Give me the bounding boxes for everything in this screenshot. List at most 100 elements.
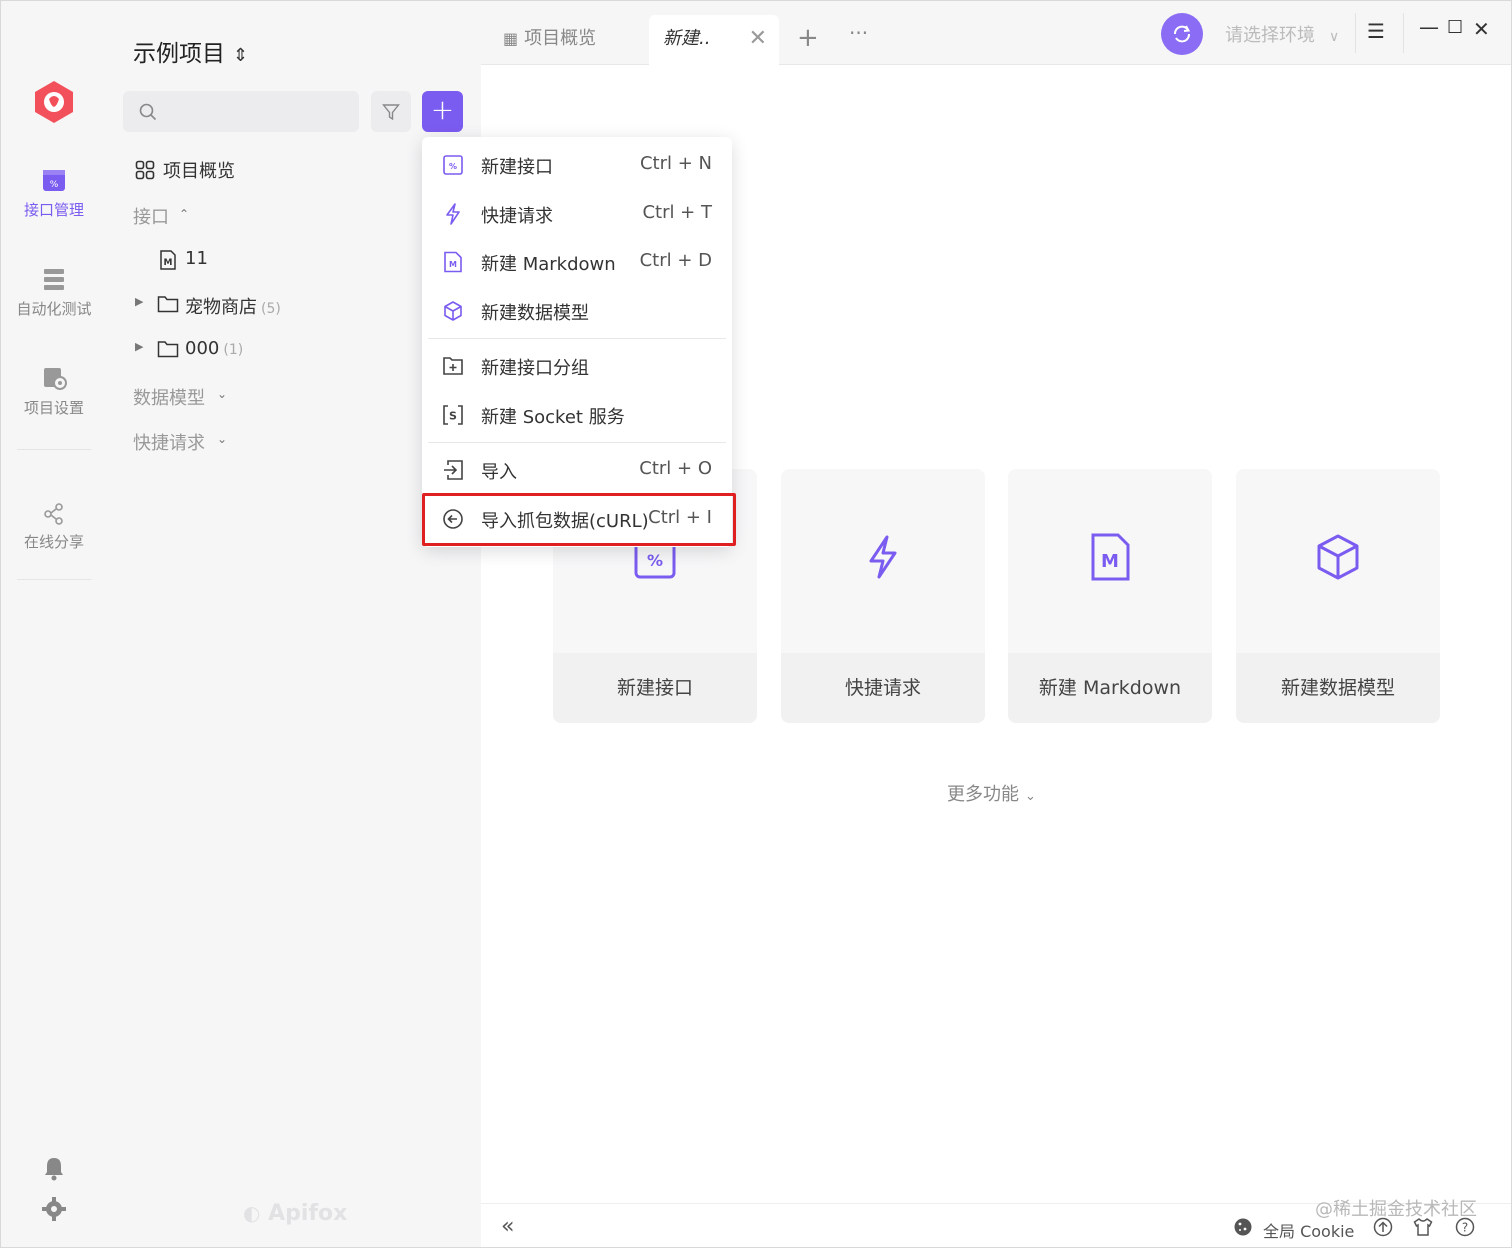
card-label: 新建 Markdown bbox=[1008, 653, 1212, 723]
close-icon[interactable]: ✕ bbox=[749, 15, 767, 63]
grid-icon bbox=[135, 160, 155, 180]
card-quick-request[interactable]: 快捷请求 bbox=[781, 469, 985, 723]
chevron-down-icon: ⌄ bbox=[217, 432, 228, 446]
card-label: 新建数据模型 bbox=[1236, 653, 1440, 723]
folder-name: 000 bbox=[185, 338, 220, 359]
global-cookie-button[interactable]: 全局 Cookie bbox=[1263, 1218, 1354, 1242]
svg-text:%: % bbox=[50, 180, 59, 190]
menu-item-new-data-model[interactable]: 新建数据模型 bbox=[422, 291, 732, 331]
chevron-down-icon: ∨ bbox=[1329, 29, 1340, 45]
sort-arrows-icon: ⇕ bbox=[233, 45, 249, 66]
rail-item-api-management[interactable]: % 接口管理 bbox=[1, 167, 107, 220]
new-item-dropdown: % 新建接口 Ctrl + N 快捷请求 Ctrl + T M 新建 Markd… bbox=[422, 137, 732, 547]
search-input[interactable] bbox=[123, 91, 359, 132]
section-label: 接口 bbox=[133, 207, 169, 228]
search-icon bbox=[139, 103, 157, 121]
caret-right-icon: ▶ bbox=[135, 295, 144, 308]
folder-name: 宠物商店 bbox=[185, 297, 257, 318]
menu-item-import[interactable]: 导入 Ctrl + O bbox=[422, 450, 732, 490]
cookie-icon bbox=[1234, 1218, 1252, 1236]
divider bbox=[1355, 13, 1356, 53]
svg-text:%: % bbox=[449, 162, 457, 171]
rail-item-share[interactable]: 在线分享 bbox=[1, 503, 107, 552]
markdown-icon: M bbox=[1091, 533, 1130, 581]
menu-item-label: 快捷请求 bbox=[481, 206, 553, 227]
rail-item-project-settings[interactable]: 项目设置 bbox=[1, 365, 107, 418]
env-sync-button[interactable] bbox=[1161, 13, 1203, 55]
card-new-markdown[interactable]: M 新建 Markdown bbox=[1008, 469, 1212, 723]
juejin-watermark: @稀土掘金技术社区 bbox=[1315, 1199, 1477, 1220]
lightning-icon bbox=[869, 535, 897, 579]
bell-icon[interactable] bbox=[41, 1155, 67, 1181]
more-tabs-icon[interactable]: ··· bbox=[849, 21, 868, 45]
card-label: 新建接口 bbox=[553, 653, 757, 723]
maximize-icon[interactable]: ☐ bbox=[1447, 17, 1463, 38]
svg-text:?: ? bbox=[1462, 1221, 1468, 1235]
close-window-icon[interactable]: ✕ bbox=[1473, 17, 1490, 41]
section-label: 快捷请求 bbox=[133, 433, 205, 454]
import-icon bbox=[444, 460, 463, 480]
menu-item-shortcut: Ctrl + T bbox=[642, 202, 712, 223]
card-new-data-model[interactable]: 新建数据模型 bbox=[1236, 469, 1440, 723]
rail-divider bbox=[17, 449, 91, 450]
automation-icon bbox=[44, 269, 64, 290]
menu-item-new-markdown[interactable]: M 新建 Markdown Ctrl + D bbox=[422, 242, 732, 282]
highlight-box bbox=[422, 493, 736, 546]
more-features-button[interactable]: 更多功能 ⌄ bbox=[947, 780, 1036, 806]
project-title: 示例项目 bbox=[133, 41, 225, 67]
filter-icon bbox=[382, 103, 400, 120]
nav-label: 项目概览 bbox=[163, 161, 235, 182]
menu-item-label: 新建 Socket 服务 bbox=[481, 407, 625, 428]
rail-item-label: 项目设置 bbox=[23, 399, 84, 417]
tab-project-overview[interactable]: ▦ 项目概览 bbox=[503, 15, 651, 65]
menu-icon[interactable]: ☰ bbox=[1367, 19, 1385, 43]
filter-button[interactable] bbox=[371, 91, 411, 132]
gear-icon[interactable] bbox=[41, 1196, 67, 1222]
menu-item-label: 新建接口 bbox=[481, 157, 553, 178]
folder-icon bbox=[157, 341, 179, 358]
menu-item-label: 新建接口分组 bbox=[481, 358, 589, 379]
menu-item-shortcut: Ctrl + N bbox=[639, 153, 712, 174]
grid-icon: ▦ bbox=[503, 29, 519, 48]
menu-divider bbox=[428, 338, 726, 339]
tab-label: 新建.. bbox=[663, 28, 711, 49]
left-rail: % 接口管理 自动化测试 项目设置 在线分享 bbox=[1, 1, 107, 1247]
env-placeholder: 请选择环境 bbox=[1225, 25, 1315, 46]
apifox-logo-icon bbox=[35, 81, 73, 123]
tab-new[interactable]: 新建.. ✕ bbox=[649, 15, 779, 65]
rail-item-label: 接口管理 bbox=[23, 201, 84, 219]
menu-divider bbox=[428, 442, 726, 443]
menu-item-new-socket[interactable]: S 新建 Socket 服务 bbox=[422, 395, 732, 435]
rail-item-label: 在线分享 bbox=[23, 533, 84, 551]
folder-add-icon bbox=[443, 357, 463, 375]
add-tab-icon[interactable]: + bbox=[797, 23, 819, 53]
watermark-text: Apifox bbox=[268, 1201, 348, 1226]
env-select[interactable]: 请选择环境 ∨ bbox=[1225, 21, 1339, 47]
menu-item-quick-request[interactable]: 快捷请求 Ctrl + T bbox=[422, 194, 732, 234]
more-label: 更多功能 bbox=[947, 784, 1019, 805]
menu-item-label: 导入 bbox=[481, 462, 517, 483]
svg-text:%: % bbox=[647, 551, 663, 570]
menu-item-new-api-group[interactable]: 新建接口分组 bbox=[422, 346, 732, 386]
caret-right-icon: ▶ bbox=[135, 340, 144, 353]
apifox-watermark-icon: ◐ bbox=[243, 1201, 261, 1225]
project-selector[interactable]: 示例项目 ⇕ bbox=[133, 34, 248, 68]
menu-item-new-api[interactable]: % 新建接口 Ctrl + N bbox=[422, 145, 732, 185]
chevron-up-icon: ⌃ bbox=[179, 207, 190, 221]
folder-count: (1) bbox=[223, 342, 244, 358]
share-icon bbox=[44, 503, 63, 525]
tab-label: 项目概览 bbox=[524, 28, 597, 49]
rail-item-automation[interactable]: 自动化测试 bbox=[1, 266, 107, 319]
svg-text:M: M bbox=[449, 260, 457, 269]
api-icon: % bbox=[43, 170, 65, 191]
collapse-sidebar-icon[interactable]: « bbox=[501, 1214, 514, 1239]
lightning-icon bbox=[446, 203, 460, 225]
menu-item-label: 新建数据模型 bbox=[481, 303, 589, 324]
menu-item-shortcut: Ctrl + D bbox=[639, 250, 712, 271]
divider bbox=[1403, 13, 1404, 53]
markdown-icon: M bbox=[444, 251, 462, 273]
svg-text:M: M bbox=[164, 258, 173, 268]
card-label: 快捷请求 bbox=[781, 653, 985, 723]
minimize-icon[interactable]: — bbox=[1419, 15, 1439, 39]
add-button[interactable]: + bbox=[422, 91, 463, 132]
